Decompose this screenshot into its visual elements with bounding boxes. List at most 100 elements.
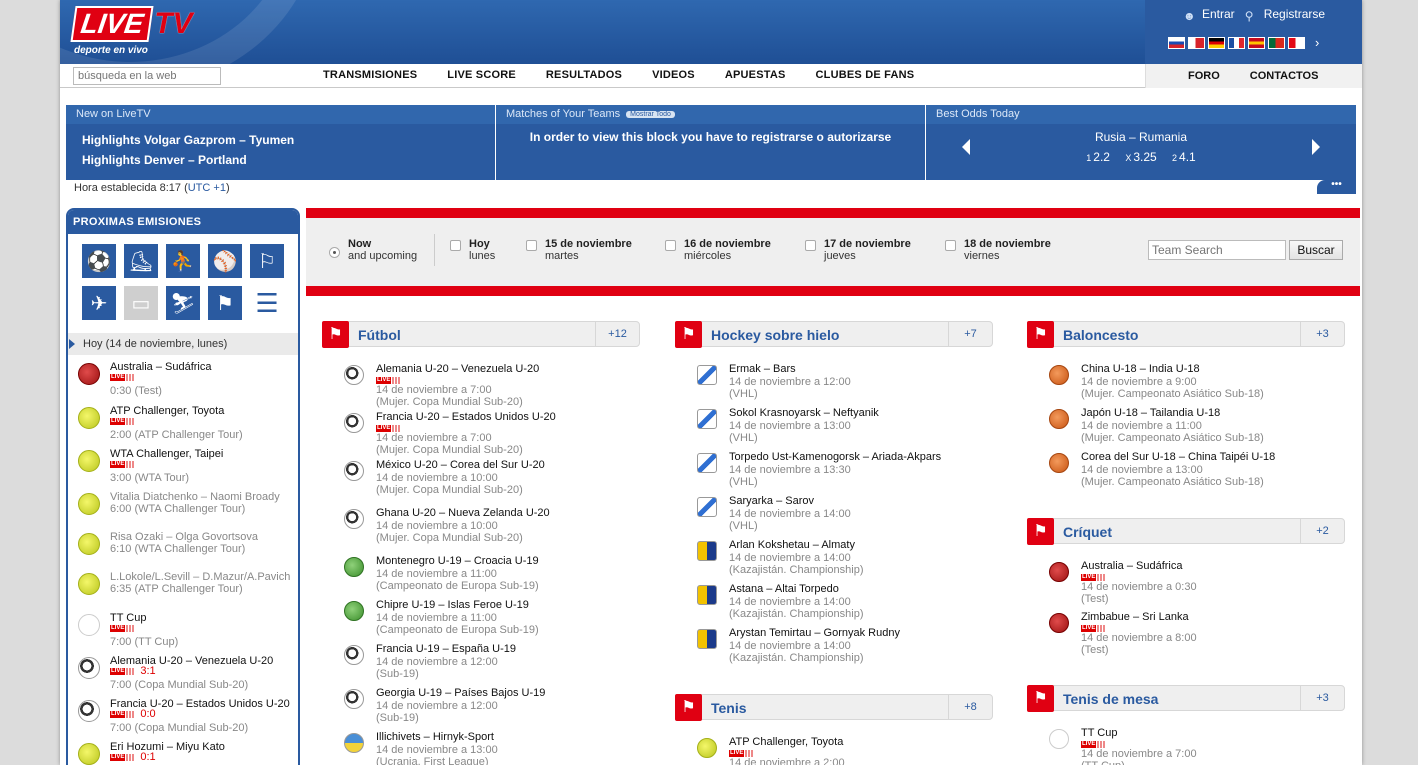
- best-odds-match[interactable]: Rusia – Rumania: [926, 130, 1356, 144]
- filter-now[interactable]: Now and upcoming: [329, 238, 417, 262]
- filter-checkbox[interactable]: [805, 240, 816, 251]
- section-header[interactable]: ⚑ Tenis de mesa +3: [1027, 685, 1345, 712]
- show-all-button[interactable]: Mostrar Todo: [626, 111, 675, 118]
- flag-portugal[interactable]: [1268, 37, 1285, 49]
- flag-spain[interactable]: [1248, 37, 1265, 49]
- menu-icon[interactable]: ☰: [250, 286, 284, 320]
- tennis-icon[interactable]: ⚾: [208, 244, 242, 278]
- event-name[interactable]: TT Cup: [110, 612, 298, 624]
- menu-item[interactable]: CLUBES DE FANS: [816, 69, 915, 81]
- section-more-count[interactable]: +3: [1300, 322, 1344, 346]
- event-name[interactable]: Risa Ozaki – Olga Govortsova: [110, 531, 298, 543]
- news-item[interactable]: Highlights Denver – Portland: [82, 150, 495, 170]
- event-name[interactable]: Eri Hozumi – Miyu Kato: [110, 741, 298, 753]
- radio-now[interactable]: [329, 247, 340, 258]
- section-more-count[interactable]: +3: [1300, 686, 1344, 710]
- more-languages-icon[interactable]: ›: [1315, 36, 1319, 49]
- filter-checkbox[interactable]: [526, 240, 537, 251]
- section-more-count[interactable]: +7: [948, 322, 992, 346]
- menu-item[interactable]: VIDEOS: [652, 69, 695, 81]
- event-name[interactable]: Chipre U-19 – Islas Feroe U-19: [376, 599, 646, 612]
- tv-icon[interactable]: ▭: [124, 286, 158, 320]
- event-name[interactable]: Sokol Krasnoyarsk – Neftyanik: [729, 407, 999, 420]
- section-more-count[interactable]: +8: [948, 695, 992, 719]
- filter-day[interactable]: 17 de noviembre jueves: [805, 238, 911, 262]
- section-header[interactable]: ⚑ Críquet +2: [1027, 518, 1345, 545]
- login-link[interactable]: ☻ Entrar: [1183, 7, 1235, 23]
- ski-icon[interactable]: ⛷: [166, 286, 200, 320]
- filter-checkbox[interactable]: [945, 240, 956, 251]
- search-input[interactable]: [73, 67, 221, 85]
- event-name[interactable]: Arystan Temirtau – Gornyak Rudny: [729, 627, 999, 640]
- event-name[interactable]: Ghana U-20 – Nueva Zelanda U-20: [376, 507, 646, 520]
- handball-icon[interactable]: ✈: [82, 286, 116, 320]
- event-name[interactable]: Francia U-20 – Estados Unidos U-20: [376, 411, 646, 424]
- volleyball-icon[interactable]: ⚐: [250, 244, 284, 278]
- event-name[interactable]: Georgia U-19 – Países Bajos U-19: [376, 687, 646, 700]
- event-name[interactable]: México U-20 – Corea del Sur U-20: [376, 459, 646, 472]
- event-name[interactable]: Vitalia Diatchenko – Naomi Broady: [110, 491, 298, 503]
- event-name[interactable]: Saryarka – Sarov: [729, 495, 999, 508]
- section-header[interactable]: ⚑ Baloncesto +3: [1027, 321, 1345, 348]
- section-title[interactable]: Fútbol: [358, 327, 401, 343]
- event-name[interactable]: TT Cup: [1081, 727, 1351, 740]
- event-name[interactable]: ATP Challenger, Toyota: [110, 405, 298, 417]
- filter-day[interactable]: 15 de noviembre martes: [526, 238, 632, 262]
- flag-russia[interactable]: [1168, 37, 1185, 49]
- section-title[interactable]: Baloncesto: [1063, 327, 1138, 343]
- event-name[interactable]: Illichivets – Hirnyk-Sport: [376, 731, 646, 744]
- event-name[interactable]: Ermak – Bars: [729, 363, 999, 376]
- event-name[interactable]: Arlan Kokshetau – Almaty: [729, 539, 999, 552]
- athletics-icon[interactable]: ⚑: [208, 286, 242, 320]
- section-title[interactable]: Tenis de mesa: [1063, 691, 1158, 707]
- menu-item[interactable]: TRANSMISIONES: [323, 69, 417, 81]
- flag-turkey[interactable]: [1288, 37, 1305, 49]
- filter-checkbox[interactable]: [450, 240, 461, 251]
- filter-day[interactable]: 16 de noviembre miércoles: [665, 238, 771, 262]
- prev-arrow-icon[interactable]: [962, 139, 970, 155]
- filter-day[interactable]: 18 de noviembre viernes: [945, 238, 1051, 262]
- logo[interactable]: LIVE TV: [70, 6, 193, 42]
- event-name[interactable]: Francia U-20 – Estados Unidos U-20: [110, 698, 298, 710]
- event-name[interactable]: Torpedo Ust-Kamenogorsk – Ariada-Akpars: [729, 451, 999, 464]
- section-title[interactable]: Críquet: [1063, 524, 1112, 540]
- hockey-icon[interactable]: ⛸: [124, 244, 158, 278]
- more-options-icon[interactable]: •••: [1317, 180, 1356, 194]
- section-more-count[interactable]: +12: [595, 322, 639, 346]
- event-name[interactable]: Astana – Altai Torpedo: [729, 583, 999, 596]
- event-name[interactable]: Alemania U-20 – Venezuela U-20: [110, 655, 298, 667]
- menu-item[interactable]: RESULTADOS: [546, 69, 622, 81]
- sidebar-day-header[interactable]: Hoy (14 de noviembre, lunes): [68, 333, 298, 355]
- menu-item[interactable]: CONTACTOS: [1250, 70, 1319, 82]
- section-title[interactable]: Tenis: [711, 700, 747, 716]
- menu-item[interactable]: FORO: [1188, 70, 1220, 82]
- menu-item[interactable]: APUESTAS: [725, 69, 786, 81]
- event-name[interactable]: Montenegro U-19 – Croacia U-19: [376, 555, 646, 568]
- event-name[interactable]: Japón U-18 – Tailandia U-18: [1081, 407, 1351, 420]
- event-name[interactable]: Alemania U-20 – Venezuela U-20: [376, 363, 646, 376]
- flag-germany[interactable]: [1208, 37, 1225, 49]
- timezone-link[interactable]: UTC +1: [188, 182, 226, 194]
- register-link[interactable]: ⚲ Registrarse: [1245, 7, 1325, 23]
- section-more-count[interactable]: +2: [1300, 519, 1344, 543]
- basketball-icon[interactable]: ⛹: [166, 244, 200, 278]
- section-title[interactable]: Hockey sobre hielo: [711, 327, 839, 343]
- filter-day[interactable]: Hoy lunes: [450, 238, 495, 262]
- menu-item[interactable]: LIVE SCORE: [447, 69, 516, 81]
- event-name[interactable]: L.Lokole/L.Sevill – D.Mazur/A.Pavich: [110, 571, 298, 583]
- search-button[interactable]: Buscar: [1289, 240, 1343, 260]
- event-name[interactable]: Australia – Sudáfrica: [1081, 560, 1351, 573]
- event-name[interactable]: Zimbabue – Sri Lanka: [1081, 611, 1351, 624]
- event-name[interactable]: Francia U-19 – España U-19: [376, 643, 646, 656]
- filter-checkbox[interactable]: [665, 240, 676, 251]
- section-header[interactable]: ⚑ Fútbol +12: [322, 321, 640, 348]
- section-header[interactable]: ⚑ Tenis +8: [675, 694, 993, 721]
- team-search-input[interactable]: [1148, 240, 1286, 260]
- flag-england[interactable]: [1188, 37, 1205, 49]
- event-name[interactable]: ATP Challenger, Toyota: [729, 736, 999, 749]
- event-name[interactable]: WTA Challenger, Taipei: [110, 448, 298, 460]
- event-name[interactable]: Australia – Sudáfrica: [110, 361, 298, 373]
- event-name[interactable]: China U-18 – India U-18: [1081, 363, 1351, 376]
- next-arrow-icon[interactable]: [1312, 139, 1320, 155]
- news-item[interactable]: Highlights Volgar Gazprom – Tyumen: [82, 130, 495, 150]
